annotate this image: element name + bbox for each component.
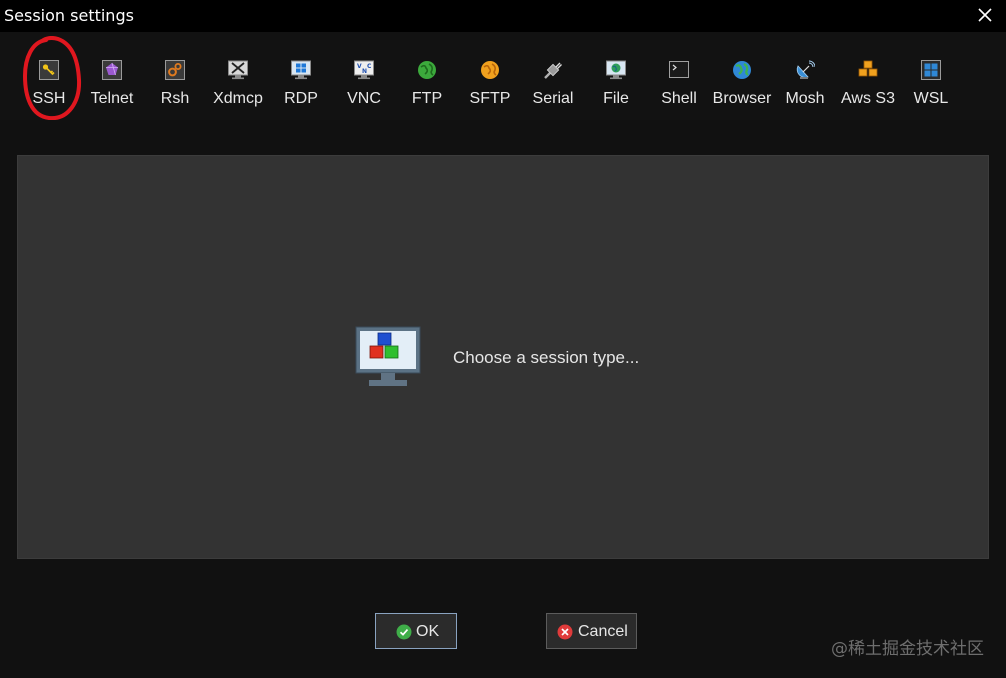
check-circle-icon bbox=[396, 624, 412, 640]
session-content-panel: Choose a session type... bbox=[17, 155, 989, 559]
windows-icon bbox=[921, 60, 941, 80]
session-type-mosh[interactable]: Mosh bbox=[774, 60, 836, 120]
session-type-sftp[interactable]: SFTP bbox=[459, 60, 521, 120]
globe-orange-icon bbox=[481, 61, 499, 79]
vnc-icon: V N C bbox=[354, 60, 374, 80]
session-type-rdp[interactable]: RDP bbox=[270, 60, 332, 120]
title-bar: Session settings bbox=[0, 0, 1006, 32]
session-type-serial[interactable]: Serial bbox=[522, 60, 584, 120]
session-type-rsh[interactable]: Rsh bbox=[144, 60, 206, 120]
session-type-shell[interactable]: Shell bbox=[648, 60, 710, 120]
session-type-toolbar: SSH Telnet Rsh Xdmcp RDP V N C VNC FTP S… bbox=[0, 32, 1006, 120]
session-type-file[interactable]: File bbox=[585, 60, 647, 120]
telnet-icon bbox=[102, 60, 122, 80]
aws-cubes-icon bbox=[858, 60, 878, 77]
terminal-icon bbox=[669, 61, 689, 78]
choose-session-prompt: Choose a session type... bbox=[453, 348, 640, 367]
session-type-label: WSL bbox=[913, 90, 949, 107]
session-type-vnc[interactable]: V N C VNC bbox=[333, 60, 395, 120]
close-icon bbox=[978, 8, 992, 22]
svg-text:C: C bbox=[367, 63, 372, 70]
ok-button[interactable]: OK bbox=[375, 613, 457, 649]
session-type-aws-s3[interactable]: Aws S3 bbox=[837, 60, 899, 120]
close-button[interactable] bbox=[974, 4, 996, 26]
cancel-circle-icon bbox=[557, 624, 573, 640]
serial-plug-icon bbox=[544, 62, 562, 79]
monitor-cubes-icon bbox=[355, 326, 421, 386]
gears-icon bbox=[165, 60, 185, 80]
file-globe-icon bbox=[606, 60, 626, 80]
session-type-browser[interactable]: Browser bbox=[711, 60, 773, 120]
session-type-xdmcp[interactable]: Xdmcp bbox=[207, 60, 269, 120]
highlight-annotation bbox=[22, 36, 82, 120]
satellite-dish-icon bbox=[796, 60, 815, 79]
window-title: Session settings bbox=[4, 6, 134, 25]
empty-state: Choose a session type... bbox=[355, 326, 675, 390]
session-type-wsl[interactable]: WSL bbox=[900, 60, 962, 120]
watermark: @稀土掘金技术社区 bbox=[831, 639, 984, 659]
windows-icon bbox=[291, 60, 311, 80]
session-type-telnet[interactable]: Telnet bbox=[81, 60, 143, 120]
ok-label: OK bbox=[416, 623, 440, 640]
cancel-button[interactable]: Cancel bbox=[546, 613, 637, 649]
globe-icon bbox=[733, 61, 751, 79]
session-type-ftp[interactable]: FTP bbox=[396, 60, 458, 120]
globe-green-icon bbox=[418, 61, 436, 79]
x-display-icon bbox=[228, 60, 248, 80]
cancel-label: Cancel bbox=[578, 623, 628, 640]
